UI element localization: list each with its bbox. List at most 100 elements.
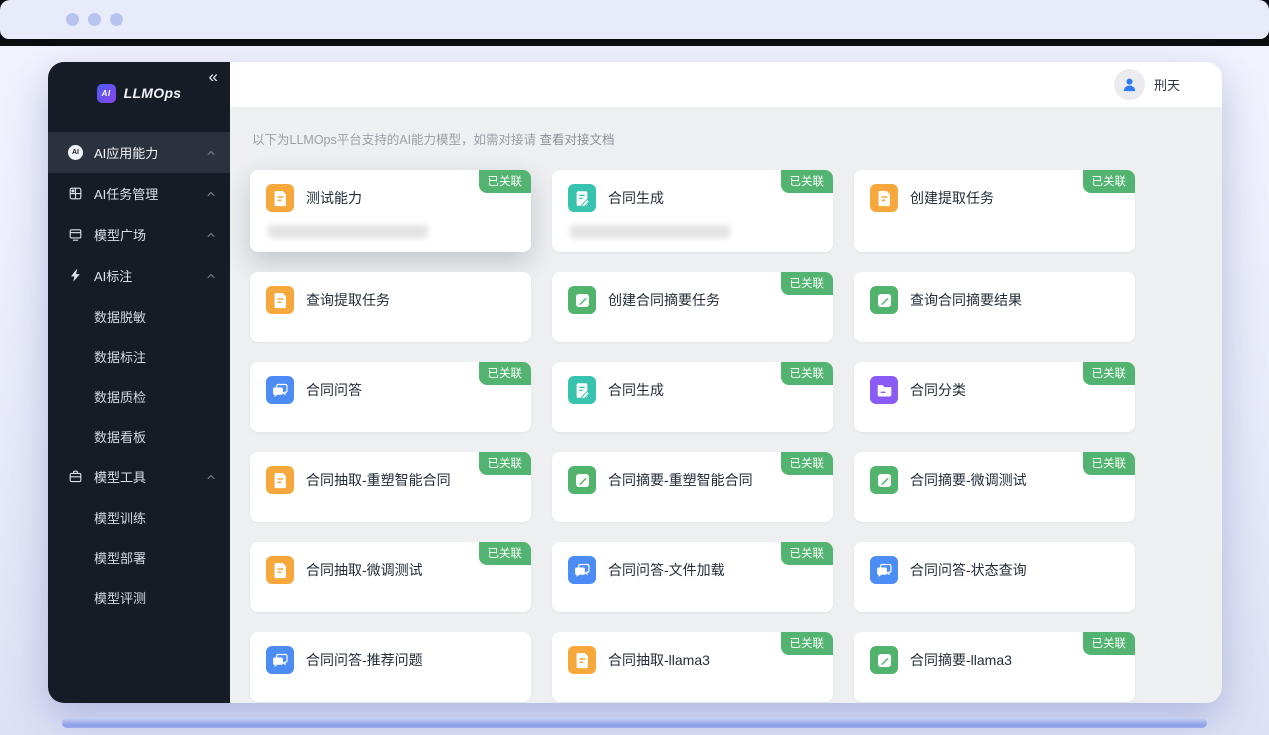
capability-card[interactable]: 合同问答-文件加载 已关联 [552, 542, 833, 612]
sidebar-subitem[interactable]: 模型训练 [48, 497, 230, 537]
chat-icon [266, 646, 294, 674]
capability-card[interactable]: 创建提取任务 已关联 [854, 170, 1135, 252]
sidebar-item-label: AI应用能力 [94, 143, 158, 162]
sidebar-item-task-grid[interactable]: AI任务管理 [48, 173, 230, 214]
minimize-window-button[interactable] [88, 13, 101, 26]
sidebar-subitem[interactable]: 模型部署 [48, 537, 230, 577]
user-icon [1120, 75, 1139, 94]
capability-card[interactable]: 查询合同摘要结果 [854, 272, 1135, 342]
linked-status-badge: 已关联 [1083, 632, 1136, 655]
sidebar-subitem[interactable]: 数据质检 [48, 376, 230, 416]
sidebar-item-ai-bubble[interactable]: AI AI应用能力 [48, 132, 230, 173]
card-header: 合同抽取-微调测试 [266, 556, 515, 584]
intro-description: 以下为LLMOps平台支持的AI能力模型，如需对接请 [252, 133, 536, 147]
linked-status-badge: 已关联 [479, 170, 532, 193]
chat-icon [266, 376, 294, 404]
chat-icon [870, 556, 898, 584]
linked-status-badge: 已关联 [479, 362, 532, 385]
sidebar: AI LLMOps « AI AI应用能力 AI任务管理 模型广场 AI标注 [48, 62, 230, 703]
lightning-icon [68, 268, 83, 283]
card-title: 创建合同摘要任务 [608, 290, 720, 310]
card-title: 合同摘要-微调测试 [910, 470, 1027, 490]
capability-card[interactable]: 合同分类 已关联 [854, 362, 1135, 432]
linked-status-badge: 已关联 [781, 170, 834, 193]
chevron-up-icon[interactable] [206, 230, 216, 240]
window-reflection-bar [62, 718, 1207, 728]
sidebar-subitem[interactable]: 模型评测 [48, 577, 230, 617]
sidebar-nav: AI AI应用能力 AI任务管理 模型广场 AI标注 数据脱敏 数据标注 数据质… [48, 132, 230, 617]
doc-icon [870, 184, 898, 212]
sidebar-subitem[interactable]: 数据脱敏 [48, 296, 230, 336]
sidebar-item-lightning[interactable]: AI标注 [48, 255, 230, 296]
chevron-up-icon[interactable] [206, 148, 216, 158]
card-header: 合同问答-状态查询 [870, 556, 1119, 584]
sidebar-subitem[interactable]: 数据看板 [48, 416, 230, 456]
capability-card[interactable]: 合同问答-推荐问题 [250, 632, 531, 702]
capability-card[interactable]: 创建合同摘要任务 已关联 [552, 272, 833, 342]
app-logo: AI LLMOps [48, 68, 230, 118]
capability-card[interactable]: 合同抽取-重塑智能合同 已关联 [250, 452, 531, 522]
pen-icon [870, 646, 898, 674]
capability-card[interactable]: 合同摘要-微调测试 已关联 [854, 452, 1135, 522]
linked-status-badge: 已关联 [1083, 362, 1136, 385]
card-title: 合同抽取-微调测试 [306, 560, 423, 580]
intro-text: 以下为LLMOps平台支持的AI能力模型，如需对接请 查看对接文档 [252, 129, 1222, 148]
linked-status-badge: 已关联 [1083, 452, 1136, 475]
logo-ai-icon: AI [97, 84, 116, 103]
chevron-up-icon[interactable] [206, 472, 216, 482]
linked-status-badge: 已关联 [781, 362, 834, 385]
sidebar-collapse-icon[interactable]: « [209, 68, 218, 85]
sidebar-item-toolbox[interactable]: 模型工具 [48, 456, 230, 497]
maximize-window-button[interactable] [110, 13, 123, 26]
doc-icon [568, 646, 596, 674]
username-label[interactable]: 刑天 [1154, 75, 1180, 94]
user-avatar[interactable] [1114, 69, 1145, 100]
capability-card[interactable]: 测试能力 已关联 [250, 170, 531, 252]
card-title: 合同生成 [608, 380, 664, 400]
card-title: 合同分类 [910, 380, 966, 400]
top-header-bar: 刑天 [230, 62, 1222, 107]
capability-card[interactable]: 合同摘要-llama3 已关联 [854, 632, 1135, 702]
card-title: 合同问答-状态查询 [910, 560, 1027, 580]
sidebar-item-model-market[interactable]: 模型广场 [48, 214, 230, 255]
capability-card[interactable]: 合同生成 已关联 [552, 170, 833, 252]
card-header: 创建合同摘要任务 [568, 286, 817, 314]
linked-status-badge: 已关联 [479, 542, 532, 565]
chevron-up-icon[interactable] [206, 189, 216, 199]
task-grid-icon [68, 186, 83, 201]
card-title: 合同生成 [608, 188, 664, 208]
capability-card[interactable]: 查询提取任务 [250, 272, 531, 342]
sidebar-subitem[interactable]: 数据标注 [48, 336, 230, 376]
desktop-background: AI LLMOps « AI AI应用能力 AI任务管理 模型广场 AI标注 [0, 46, 1269, 735]
capability-card-grid: 测试能力 已关联 合同生成 已关联 创建提取任务 已关联 查询提取任务 [250, 170, 1222, 702]
card-header: 合同分类 [870, 376, 1119, 404]
capability-card[interactable]: 合同摘要-重塑智能合同 已关联 [552, 452, 833, 522]
card-title: 合同问答-推荐问题 [306, 650, 423, 670]
sidebar-item-label: AI标注 [94, 266, 132, 285]
doc-icon [266, 184, 294, 212]
content-area: 以下为LLMOps平台支持的AI能力模型，如需对接请 查看对接文档 测试能力 已… [230, 107, 1222, 703]
pen-icon [568, 286, 596, 314]
docs-link[interactable]: 查看对接文档 [540, 133, 615, 147]
linked-status-badge: 已关联 [1083, 170, 1136, 193]
capability-card[interactable]: 合同问答 已关联 [250, 362, 531, 432]
app-window: AI LLMOps « AI AI应用能力 AI任务管理 模型广场 AI标注 [48, 62, 1222, 703]
doc-edit-icon [568, 184, 596, 212]
card-header: 创建提取任务 [870, 184, 1119, 212]
chat-icon [568, 556, 596, 584]
close-window-button[interactable] [66, 13, 79, 26]
capability-card[interactable]: 合同问答-状态查询 [854, 542, 1135, 612]
capability-card[interactable]: 合同抽取-llama3 已关联 [552, 632, 833, 702]
pen-icon [870, 286, 898, 314]
capability-card[interactable]: 合同抽取-微调测试 已关联 [250, 542, 531, 612]
sidebar-item-label: AI任务管理 [94, 184, 158, 203]
doc-icon [266, 466, 294, 494]
blurred-description [268, 225, 428, 238]
card-header: 合同摘要-重塑智能合同 [568, 466, 817, 494]
card-title: 合同抽取-重塑智能合同 [306, 470, 451, 490]
capability-card[interactable]: 合同生成 已关联 [552, 362, 833, 432]
card-header: 合同摘要-微调测试 [870, 466, 1119, 494]
chevron-up-icon[interactable] [206, 271, 216, 281]
card-title: 查询提取任务 [306, 290, 390, 310]
card-header: 合同抽取-llama3 [568, 646, 817, 674]
